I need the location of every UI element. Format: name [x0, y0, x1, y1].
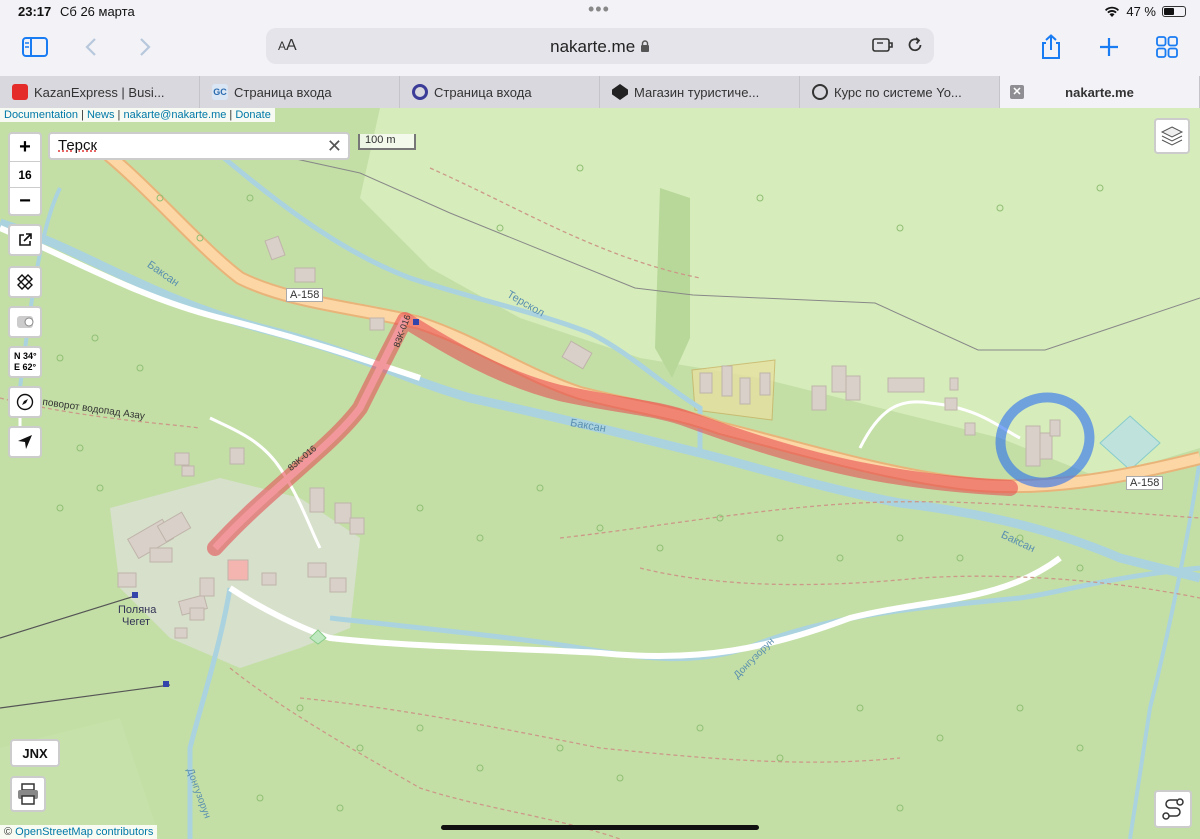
email-link[interactable]: nakarte@nakarte.me: [123, 109, 226, 121]
address-url[interactable]: nakarte.me: [266, 37, 934, 57]
printer-icon: [18, 783, 38, 805]
status-bar: 23:17 Сб 26 марта ••• 47 %: [0, 0, 1200, 24]
battery-percent: 47 %: [1126, 4, 1156, 19]
power-line-west: [0, 595, 136, 639]
jnx-button[interactable]: JNX: [10, 739, 60, 767]
trail-3: [229, 667, 621, 839]
scale-bar: 100 m: [358, 134, 416, 150]
kazanexpress-favicon-icon: [12, 84, 28, 100]
browser-toolbar: AA nakarte.me: [0, 24, 1200, 76]
compass-button[interactable]: [8, 386, 42, 418]
zoom-in-button[interactable]: +: [10, 134, 40, 161]
compass-icon: [16, 393, 34, 411]
trail-2: [559, 501, 1200, 539]
reload-icon[interactable]: [906, 36, 924, 59]
poi-marker: [163, 681, 169, 687]
new-tab-icon[interactable]: [1092, 32, 1126, 62]
coords-lon: E 62°: [14, 362, 37, 372]
home-indicator[interactable]: [441, 825, 759, 830]
trail-4: [639, 567, 1200, 599]
map-attribution: © OpenStreetMap contributors: [0, 825, 158, 839]
forest-strip: [655, 188, 690, 378]
status-date: Сб 26 марта: [60, 4, 135, 19]
tab-bar: KazanExpress | Busi... GC Страница входа…: [0, 76, 1200, 108]
external-link-icon: [19, 233, 32, 246]
extension-icon[interactable]: [872, 36, 894, 59]
search-input[interactable]: Терск ✕: [48, 132, 350, 160]
road-a158-label-2: A-158: [1126, 476, 1164, 490]
map-canvas[interactable]: [0, 108, 1200, 839]
forward-icon[interactable]: [128, 32, 162, 62]
swirl-favicon-icon: [412, 84, 428, 100]
layers-button[interactable]: [1154, 118, 1190, 154]
tab-label: nakarte.me: [1065, 84, 1134, 100]
map-links: Documentation | News | nakarte@nakarte.m…: [0, 108, 275, 122]
sidebar-icon[interactable]: [18, 32, 52, 62]
print-button[interactable]: [10, 776, 46, 812]
multitask-dots-icon[interactable]: •••: [588, 0, 610, 18]
address-bar[interactable]: AA nakarte.me: [266, 28, 934, 64]
clear-search-icon[interactable]: ✕: [327, 136, 342, 157]
search-value: Терск: [58, 137, 98, 154]
gc-favicon-icon: GC: [212, 84, 228, 100]
status-time: 23:17: [18, 4, 52, 19]
zoom-control: + 16 −: [8, 132, 42, 216]
trail-5: [299, 697, 901, 763]
location-arrow-icon: [18, 435, 32, 449]
tab-login-2[interactable]: Страница входа: [400, 76, 600, 108]
tab-login-1[interactable]: GC Страница входа: [200, 76, 400, 108]
open-external-button[interactable]: [8, 224, 42, 256]
battery-icon: [1162, 6, 1186, 17]
tab-label: Страница входа: [234, 84, 332, 100]
place-polyana-label: Поляна: [118, 604, 157, 616]
share-icon[interactable]: [1034, 32, 1068, 62]
tab-label: Курс по системе Yo...: [834, 84, 962, 100]
osm-link[interactable]: OpenStreetMap contributors: [15, 826, 153, 838]
place-cheget-label: Чегет: [122, 616, 151, 628]
tab-label: Магазин туристиче...: [634, 84, 760, 100]
tab-label: Страница входа: [434, 84, 532, 100]
tab-kazanexpress[interactable]: KazanExpress | Busi...: [0, 76, 200, 108]
map-view[interactable]: A-158 A-158 83K-016 83K-016 Баксан Бакса…: [0, 108, 1200, 839]
lock-icon: [640, 40, 649, 52]
course-favicon-icon: [812, 84, 828, 100]
zoom-out-button[interactable]: −: [10, 188, 40, 215]
news-link[interactable]: News: [87, 109, 115, 121]
elevation-button[interactable]: [8, 306, 42, 338]
meadow-area: [360, 108, 1200, 478]
tab-tourist-shop[interactable]: Магазин туристиче...: [600, 76, 800, 108]
coords-lat: N 34°: [14, 351, 37, 361]
ruler-button[interactable]: [8, 266, 42, 298]
attribution-prefix: ©: [4, 826, 13, 838]
zoom-level: 16: [10, 161, 40, 188]
status-right: 47 %: [1104, 4, 1186, 19]
track-button[interactable]: [1154, 790, 1192, 828]
tab-label: KazanExpress | Busi...: [34, 84, 165, 100]
coordinates-button[interactable]: N 34° E 62°: [8, 346, 42, 378]
tab-nakarte[interactable]: ✕ nakarte.me: [1000, 76, 1200, 108]
mountain-favicon-icon: [612, 84, 628, 100]
documentation-link[interactable]: Documentation: [4, 109, 78, 121]
back-icon[interactable]: [74, 32, 108, 62]
poi-marker: [132, 592, 138, 598]
layers-icon: [1160, 126, 1184, 146]
elevation-icon: [17, 316, 34, 328]
route-icon: [1162, 798, 1184, 820]
poi-marker: [413, 319, 419, 325]
ruler-icon: [17, 274, 33, 290]
power-line-southwest: [0, 684, 171, 709]
donate-link[interactable]: Donate: [235, 109, 270, 121]
close-tab-icon[interactable]: ✕: [1010, 85, 1024, 99]
tabs-overview-icon[interactable]: [1150, 32, 1184, 62]
tab-course[interactable]: Курс по системе Yo...: [800, 76, 1000, 108]
locate-button[interactable]: [8, 426, 42, 458]
wifi-icon: [1105, 6, 1120, 17]
road-a158-label-1: A-158: [286, 288, 324, 302]
stream-east: [1128, 457, 1200, 839]
